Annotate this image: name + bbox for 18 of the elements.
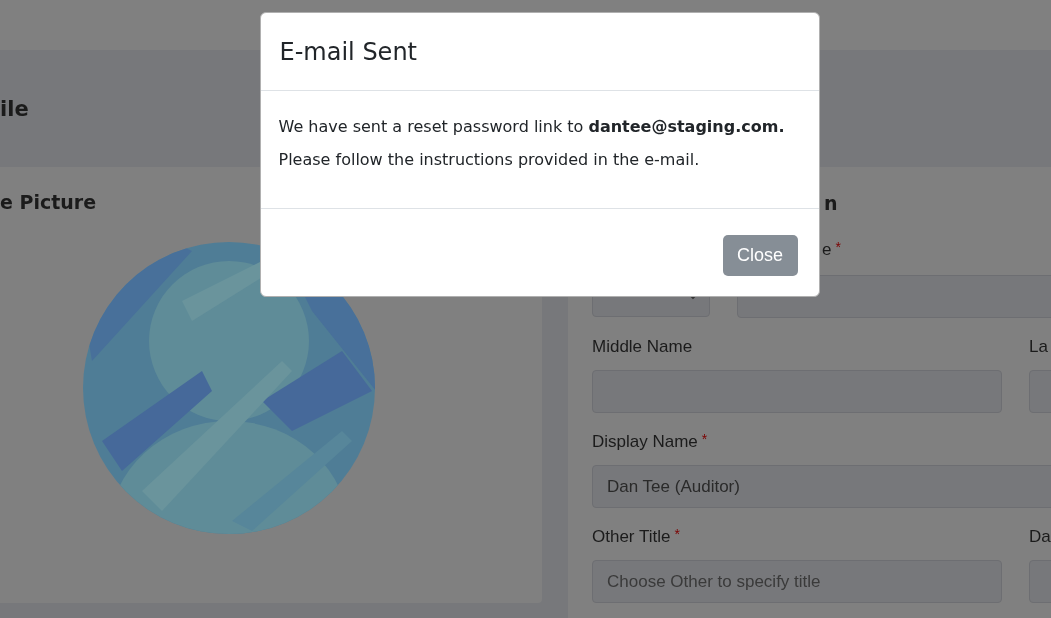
input-field[interactable]: Dan Tee (Auditor)	[592, 465, 1051, 508]
required-mark: *	[835, 239, 841, 255]
dialog-message: Please follow the instructions provided in the e-mail.	[278, 149, 701, 171]
input-field[interactable]: Choose Other to specify title	[592, 560, 1002, 603]
field-label: e	[822, 239, 832, 261]
field-label: Other Title	[592, 526, 671, 548]
section-title: n	[824, 191, 838, 215]
field-label: Display Name	[592, 431, 698, 453]
close-button[interactable]: Close	[722, 235, 798, 276]
card-title: e Picture	[0, 191, 98, 213]
field-label: La	[1029, 336, 1048, 358]
page-title: ile	[0, 96, 29, 121]
dialog-title: E-mail Sent	[279, 37, 417, 66]
field-label: Da	[1029, 526, 1051, 548]
required-mark: *	[674, 526, 680, 542]
dialog-message: We have sent a reset password link to dantee@staging.com.	[278, 116, 786, 138]
field-label: Middle Name	[592, 336, 693, 358]
required-mark: *	[701, 431, 708, 447]
